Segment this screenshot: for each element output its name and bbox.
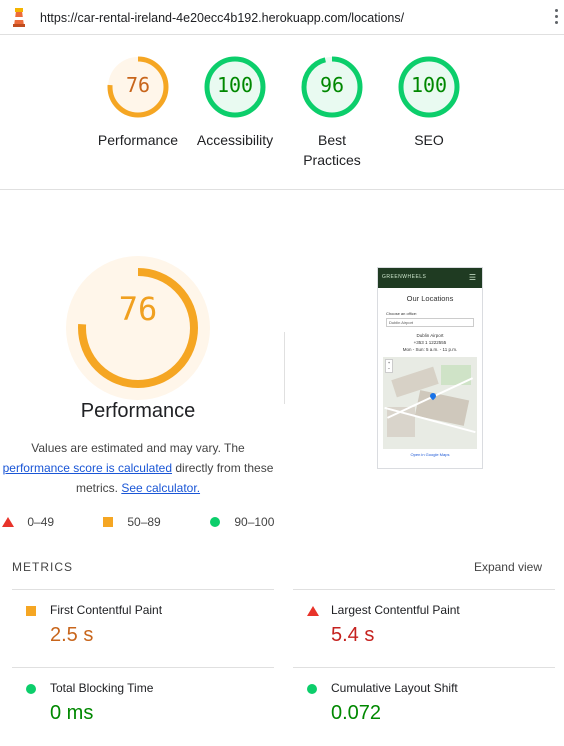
category-gauges: 76 Performance 100 Accessibility 96 Best… xyxy=(0,34,564,190)
gauge-best-practices[interactable]: 96 Best Practices xyxy=(282,54,382,170)
triangle-icon xyxy=(2,517,14,527)
performance-score-large: 76 xyxy=(118,290,158,328)
metric-tbt: Total Blocking Time 0 ms xyxy=(12,667,274,746)
gauge-label: Performance xyxy=(97,132,179,148)
gauge-seo[interactable]: 100 SEO xyxy=(379,54,479,150)
score-calculated-link[interactable]: performance score is calculated xyxy=(3,461,172,475)
circle-icon xyxy=(210,517,220,527)
metrics-header: METRICS xyxy=(12,560,73,574)
legend-fail: 0–49 xyxy=(2,515,54,529)
metric-value: 5.4 s xyxy=(331,624,375,646)
triangle-icon xyxy=(307,606,319,616)
gauge-label: Best Practices xyxy=(303,132,361,168)
hamburger-icon: ☰ xyxy=(468,273,476,282)
expand-view-toggle[interactable]: Expand view xyxy=(474,560,542,574)
gauge-ring xyxy=(66,256,210,400)
performance-title: Performance xyxy=(80,400,196,422)
square-icon xyxy=(26,606,36,616)
metric-value: 0 ms xyxy=(50,702,94,724)
screenshot-heading: Our Locations xyxy=(406,294,454,303)
metric-cls: Cumulative Layout Shift 0.072 xyxy=(293,667,555,746)
metric-name: Cumulative Layout Shift xyxy=(331,681,458,695)
circle-icon xyxy=(26,684,36,694)
metric-lcp: Largest Contentful Paint 5.4 s xyxy=(293,589,555,668)
performance-description: Values are estimated and may vary. The p… xyxy=(2,441,274,495)
metric-name: Total Blocking Time xyxy=(50,681,154,695)
zoom-control: + − xyxy=(385,359,393,373)
more-options-icon[interactable] xyxy=(552,9,560,27)
circle-icon xyxy=(307,684,317,694)
see-calculator-link[interactable]: See calculator. xyxy=(121,481,200,495)
final-screenshot[interactable]: GREENWHEELS ☰ Our Locations Choose an of… xyxy=(377,267,483,469)
legend-average: 50–89 xyxy=(103,515,161,529)
gauge-label: SEO xyxy=(414,132,444,148)
divider xyxy=(284,332,285,404)
screenshot-select-label: Choose an office: xyxy=(386,311,418,316)
gauge-score: 100 xyxy=(216,73,254,97)
page-url[interactable]: https://car-rental-ireland-4e20ecc4b192.… xyxy=(40,11,404,25)
gauge-performance[interactable]: 76 Performance xyxy=(88,54,188,150)
gauge-score: 100 xyxy=(410,73,448,97)
screenshot-select: Dublin Airport xyxy=(386,318,474,327)
metric-value: 0.072 xyxy=(331,702,382,724)
gauge-score: 76 xyxy=(125,73,151,97)
screenshot-map-link: Open in Google Maps xyxy=(410,452,450,457)
screenshot-navbar: GREENWHEELS ☰ xyxy=(378,268,482,288)
lighthouse-icon xyxy=(13,8,25,27)
metric-fcp: First Contentful Paint 2.5 s xyxy=(12,589,274,668)
screenshot-map: + − xyxy=(383,357,477,449)
metric-value: 2.5 s xyxy=(50,624,94,646)
performance-gauge-large: 76 xyxy=(60,250,216,406)
gauge-label: Accessibility xyxy=(196,132,274,148)
screenshot-office-info: Dublin Airport +353 1 1222555 Mon - Sun:… xyxy=(402,333,458,352)
gauge-score: 96 xyxy=(319,73,345,97)
url-bar: https://car-rental-ireland-4e20ecc4b192.… xyxy=(0,0,564,35)
screenshot-brand: GREENWHEELS xyxy=(382,274,427,280)
gauge-accessibility[interactable]: 100 Accessibility xyxy=(185,54,285,150)
square-icon xyxy=(103,517,113,527)
legend-pass: 90–100 xyxy=(210,515,274,529)
metric-name: Largest Contentful Paint xyxy=(331,603,460,617)
metric-name: First Contentful Paint xyxy=(50,603,163,617)
